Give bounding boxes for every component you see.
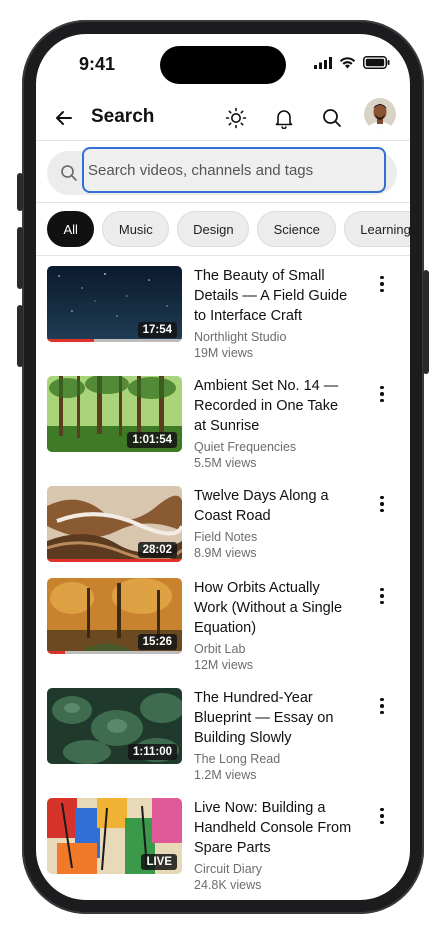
video-title[interactable]: Ambient Set No. 14 — Recorded in One Tak… [194,376,354,436]
more-options-button[interactable] [372,802,392,830]
duration-badge: 1:01:54 [127,432,177,448]
watch-progress [47,339,182,342]
more-options-button[interactable] [372,582,392,610]
video-title[interactable]: Live Now: Building a Handheld Console Fr… [194,798,354,858]
notifications-button[interactable] [270,104,298,132]
watch-progress-fill [47,651,65,654]
view-count: 8.9M views [194,546,257,560]
list-item[interactable]: 1:01:54 Ambient Set No. 14 — Recorded in… [36,374,410,474]
video-thumbnail[interactable]: 1:11:00 [47,688,182,764]
chip-design[interactable]: Design [177,211,250,247]
chip-learning[interactable]: Learning [344,211,410,247]
video-title[interactable]: The Hundred-Year Blueprint — Essay on Bu… [194,688,354,748]
search-icon [61,165,77,181]
chip-all[interactable]: All [47,211,95,247]
cellular-signal-icon [314,56,332,69]
side-button-power [423,270,429,374]
view-count: 24.8K views [194,878,262,892]
dynamic-island [160,46,286,84]
channel-name[interactable]: The Long Read [194,752,280,766]
chips-divider [36,255,410,256]
side-button-volume-up [17,227,23,289]
channel-name[interactable]: Field Notes [194,530,257,544]
live-badge: LIVE [141,854,177,870]
channel-name[interactable]: Quiet Frequencies [194,440,296,454]
view-count: 5.5M views [194,456,257,470]
chip-science[interactable]: Science [257,211,337,247]
watch-progress-fill [47,339,95,342]
video-title[interactable]: The Beauty of Small Details — A Field Gu… [194,266,354,326]
video-title[interactable]: Twelve Days Along a Coast Road [194,486,354,526]
search-input[interactable] [82,147,386,193]
list-item[interactable]: 28:02 Twelve Days Along a Coast Road Fie… [36,484,410,584]
list-item[interactable]: 1:11:00 The Hundred-Year Blueprint — Ess… [36,686,410,786]
duration-badge: 1:11:00 [127,744,177,760]
watch-progress [47,651,182,654]
view-count: 1.2M views [194,768,257,782]
avatar[interactable] [364,98,396,130]
duration-badge: 17:54 [137,322,177,338]
watch-progress [47,559,182,562]
more-options-button[interactable] [372,270,392,298]
wifi-icon [339,56,356,68]
duration-badge: 28:02 [137,542,177,558]
search-button[interactable] [318,104,346,132]
side-button-volume-down [17,305,23,367]
search-divider [36,202,410,203]
back-button[interactable] [50,104,78,132]
video-thumbnail[interactable]: 28:02 [47,486,182,562]
header-divider [36,140,410,141]
more-options-button[interactable] [372,490,392,518]
chip-music[interactable]: Music [102,211,170,247]
video-title[interactable]: How Orbits Actually Work (Without a Sing… [194,578,354,638]
video-thumbnail[interactable]: 1:01:54 [47,376,182,452]
status-time: 9:41 [79,54,116,74]
view-count: 12M views [194,658,254,672]
sun-icon [225,107,247,129]
search-icon [323,109,341,127]
channel-name[interactable]: Orbit Lab [194,642,245,656]
status-icons [314,56,390,69]
arrow-left-icon [56,111,72,125]
screen: 9:41 Search All Music Design Science [36,34,410,900]
video-thumbnail[interactable]: 15:26 [47,578,182,654]
search-bar [47,147,397,195]
bell-icon [275,110,293,129]
list-item[interactable]: LIVE Live Now: Building a Handheld Conso… [36,796,410,896]
side-button-silent [17,173,23,211]
more-options-button[interactable] [372,380,392,408]
theme-toggle-button[interactable] [222,104,250,132]
channel-name[interactable]: Circuit Diary [194,862,262,876]
view-count: 19M views [194,346,254,360]
filter-chips: All Music Design Science Learning [47,211,410,247]
channel-name[interactable]: Northlight Studio [194,330,286,344]
video-thumbnail[interactable]: 17:54 [47,266,182,342]
more-options-button[interactable] [372,692,392,720]
list-item[interactable]: 17:54 The Beauty of Small Details — A Fi… [36,264,410,364]
user-avatar-icon [364,98,396,130]
list-item[interactable]: 15:26 How Orbits Actually Work (Without … [36,576,410,676]
duration-badge: 15:26 [137,634,177,650]
video-thumbnail[interactable]: LIVE [47,798,182,874]
page-title: Search [91,106,155,127]
watch-progress-fill [47,559,182,562]
battery-icon [363,56,390,69]
top-app-bar: Search [36,96,410,140]
